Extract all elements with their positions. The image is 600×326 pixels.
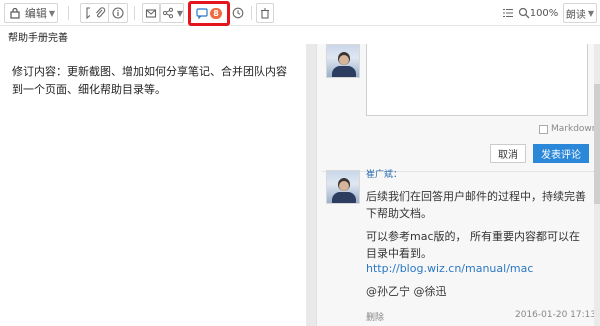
divider [322, 171, 594, 172]
trash-icon [257, 5, 273, 21]
share-icon [161, 5, 175, 21]
comment-author[interactable]: 崔广斌： [366, 167, 402, 180]
markdown-checkbox[interactable]: Markdown [539, 124, 597, 134]
comments-button[interactable]: 8 [195, 3, 223, 23]
comment-text: 后续我们在回答用户邮件的过程中，持续完善下帮助文档。 [366, 190, 586, 220]
mail-icon [143, 5, 159, 21]
paperclip-icon [92, 5, 108, 21]
avatar [326, 44, 360, 78]
history-icon [230, 5, 246, 21]
outline-button[interactable] [500, 3, 516, 23]
comment-count-badge: 8 [210, 7, 222, 19]
read-aloud-button[interactable]: 朗读 ▼ [563, 3, 597, 23]
avatar [326, 170, 360, 204]
document-body: 修订内容：更新截图、增加如何分享笔记、合并团队内容到一个页面、细化帮助目录等。 [12, 65, 287, 96]
comment-text: 可以参考mac版的， 所有重要内容都可以在目录中看到。 [366, 230, 580, 260]
email-button[interactable] [142, 3, 160, 23]
document-title: 帮助手册完善 [8, 33, 68, 44]
comments-scrollbar[interactable] [594, 44, 600, 326]
history-button[interactable] [230, 3, 246, 23]
zoom-level: 100% [529, 7, 559, 19]
chevron-down-icon: ▼ [587, 8, 595, 18]
read-aloud-label: 朗读 [565, 9, 586, 21]
comment-input[interactable] [366, 44, 588, 116]
delete-comment-link[interactable]: 删除 [366, 310, 384, 323]
checkbox-icon [539, 124, 548, 134]
outline-icon [500, 5, 516, 21]
comment-mentions: @孙乙宁 @徐迅 [366, 285, 447, 298]
share-button[interactable]: ▼ [160, 3, 184, 23]
chevron-down-icon: ▼ [176, 8, 183, 18]
comment-link[interactable]: http://blog.wiz.cn/manual/mac [366, 260, 588, 277]
info-icon [110, 5, 126, 21]
zoom-icon [518, 5, 530, 21]
lock-icon [7, 5, 23, 21]
edit-button[interactable]: 编辑 ▼ [4, 3, 58, 23]
comment-icon [196, 5, 208, 21]
toolbar: 编辑 ▼ ▼ 8 100% 朗读 ▼ [0, 0, 600, 26]
delete-button[interactable] [256, 3, 274, 23]
document-content[interactable]: 修订内容：更新截图、增加如何分享笔记、合并团队内容到一个页面、细化帮助目录等。 [0, 44, 300, 326]
info-button[interactable] [108, 3, 128, 23]
cancel-button[interactable]: 取消 [490, 144, 526, 163]
comment-timestamp: 2016-01-20 17:13 [515, 310, 597, 320]
chevron-down-icon: ▼ [48, 8, 56, 18]
edit-label: 编辑 [24, 7, 47, 20]
zoom-button[interactable]: 100% [518, 3, 558, 23]
scrollbar-thumb[interactable] [594, 84, 600, 204]
submit-comment-button[interactable]: 发表评论 [533, 144, 589, 163]
markdown-label: Markdown [551, 124, 598, 134]
content-scrollbar[interactable] [306, 44, 316, 326]
attachment-button[interactable] [90, 3, 110, 23]
